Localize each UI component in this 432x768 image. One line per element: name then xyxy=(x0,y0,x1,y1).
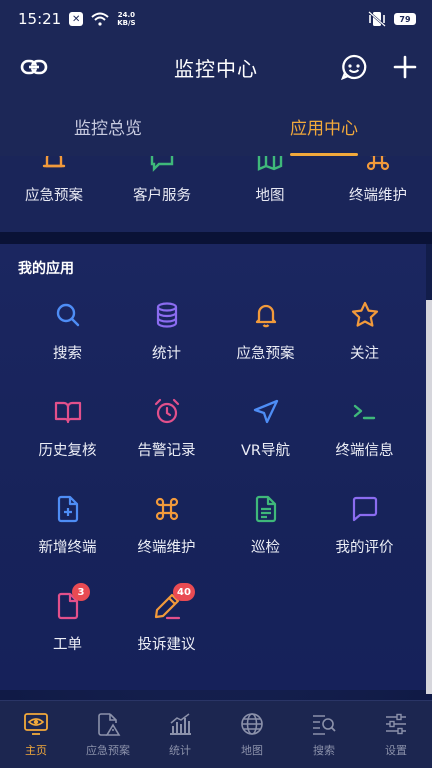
notification-badge: 40 xyxy=(173,583,195,601)
navigation-icon xyxy=(253,399,278,424)
nav-statistics[interactable]: 统计 xyxy=(144,701,216,768)
app-terminal-info[interactable]: 终端信息 xyxy=(315,397,414,494)
app-emergency-plan-top[interactable]: 应急预案 xyxy=(0,156,108,205)
command-icon xyxy=(366,156,390,171)
app-terminal-maintenance-top[interactable]: 终端维护 xyxy=(324,156,432,205)
app-emergency-plan[interactable]: 应急预案 xyxy=(216,300,315,397)
message-square-icon xyxy=(352,496,377,522)
tab-bar: 监控总览 应用中心 xyxy=(0,96,432,156)
nav-search[interactable]: 搜索 xyxy=(288,701,360,768)
alarm-clock-icon xyxy=(154,398,179,424)
app-root: 15:21 ✕ 24.0 KB/S 79 监控中心 监控总览 应用中心 应急预案… xyxy=(0,0,432,768)
top-app-row: 应急预案 客户服务 地图 终端维护 xyxy=(0,156,432,232)
scrollbar[interactable] xyxy=(426,300,432,694)
app-my-review[interactable]: 我的评价 xyxy=(315,494,414,591)
file-plus-icon xyxy=(57,495,78,523)
tab-overview[interactable]: 监控总览 xyxy=(0,96,216,156)
globe-icon xyxy=(241,713,263,735)
app-grid-row: 历史复核 告警记录 VR导航 终端信息 xyxy=(0,397,426,494)
section-title: 我的应用 xyxy=(18,261,74,277)
status-bar: 15:21 ✕ 24.0 KB/S 79 xyxy=(0,0,432,38)
nav-home[interactable]: 主页 xyxy=(0,701,72,768)
app-search[interactable]: 搜索 xyxy=(18,300,117,397)
bell-icon xyxy=(255,304,276,328)
app-grid-row: 搜索 统计 应急预案 关注 xyxy=(0,300,426,397)
app-map-top[interactable]: 地图 xyxy=(216,156,324,205)
app-add-terminal[interactable]: 新增终端 xyxy=(18,494,117,591)
app-complaints[interactable]: 40 投诉建议 xyxy=(117,583,216,688)
vibrate-icon xyxy=(368,11,386,27)
command-icon xyxy=(155,497,178,521)
header: 监控中心 xyxy=(0,38,432,96)
notification-badge: 3 xyxy=(72,583,90,601)
link-icon[interactable] xyxy=(20,55,48,79)
my-apps-panel: 我的应用 搜索 统计 应急预案 关注 历史复核 告警记录 VR导航 终端信息 新… xyxy=(0,244,426,690)
alarm-icon xyxy=(42,156,66,168)
book-icon xyxy=(54,401,81,424)
app-history-review[interactable]: 历史复核 xyxy=(18,397,117,494)
tab-app-center[interactable]: 应用中心 xyxy=(216,96,432,156)
app-alarm-records[interactable]: 告警记录 xyxy=(117,397,216,494)
add-icon[interactable] xyxy=(392,54,418,80)
database-icon xyxy=(156,302,177,328)
app-inspection[interactable]: 巡检 xyxy=(216,494,315,591)
app-customer-service[interactable]: 客户服务 xyxy=(108,156,216,205)
app-work-order[interactable]: 3 工单 xyxy=(18,583,117,688)
app-grid-row: 3 工单 40 投诉建议 xyxy=(0,583,426,688)
app-grid: 搜索 统计 应急预案 关注 历史复核 告警记录 VR导航 终端信息 新增终端 终… xyxy=(0,300,426,688)
list-search-icon xyxy=(313,715,336,735)
section-divider xyxy=(0,232,432,244)
bar-chart-icon xyxy=(170,713,191,735)
file-text-icon xyxy=(255,495,276,523)
eye-monitor-icon xyxy=(24,713,48,735)
app-terminal-maintenance[interactable]: 终端维护 xyxy=(117,494,216,591)
nav-emergency-plan[interactable]: 应急预案 xyxy=(72,701,144,768)
message-icon xyxy=(150,156,174,172)
map-icon xyxy=(257,156,283,171)
network-speed: 24.0 KB/S xyxy=(117,11,136,27)
star-icon xyxy=(351,301,378,327)
page-title: 监控中心 xyxy=(174,56,258,81)
chat-icon[interactable] xyxy=(340,53,368,81)
bottom-nav: 主页 应急预案 统计 地图 搜索 设置 xyxy=(0,700,432,768)
wifi-icon xyxy=(91,12,109,26)
nav-map[interactable]: 地图 xyxy=(216,701,288,768)
app-statistics[interactable]: 统计 xyxy=(117,300,216,397)
warning-doc-icon xyxy=(98,713,121,736)
terminal-icon xyxy=(353,404,375,420)
nav-settings[interactable]: 设置 xyxy=(360,701,432,768)
notification-icon: ✕ xyxy=(69,12,84,26)
search-icon xyxy=(56,303,79,327)
app-vr-navigation[interactable]: VR导航 xyxy=(216,397,315,494)
sliders-icon xyxy=(386,713,406,735)
app-follow[interactable]: 关注 xyxy=(315,300,414,397)
status-time: 15:21 xyxy=(18,10,62,28)
app-grid-row: 新增终端 终端维护 巡检 我的评价 xyxy=(0,494,426,591)
battery-indicator: 79 xyxy=(394,13,416,25)
